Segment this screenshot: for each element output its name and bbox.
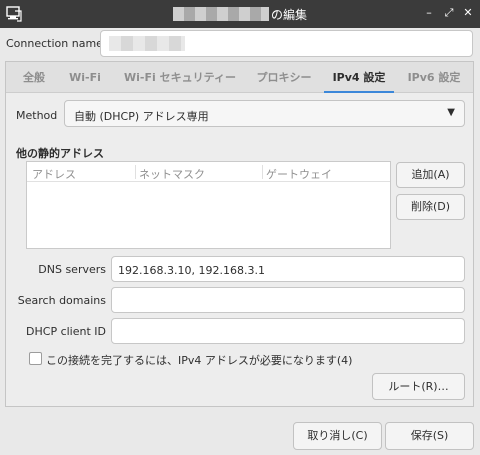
window-title: の編集 — [270, 7, 307, 22]
tab-general[interactable]: 全般 — [14, 62, 54, 93]
dhcp-client-id-label: DHCP client ID — [26, 325, 106, 338]
dns-servers-value: 192.168.3.10, 192.168.3.1 — [118, 264, 265, 277]
address-table-header: アドレス ネットマスク ゲートウェイ — [27, 162, 390, 182]
dropdown-arrow-icon: ▼ — [447, 107, 455, 118]
column-divider — [262, 165, 263, 179]
dns-servers-input[interactable]: 192.168.3.10, 192.168.3.1 — [111, 256, 465, 282]
tab-ipv6[interactable]: IPv6 設定 — [402, 62, 466, 93]
cancel-button[interactable]: 取り消し(C) — [293, 422, 382, 450]
settings-notebook: 全般 Wi-Fi Wi-Fi セキュリティー プロキシー IPv4 設定 IPv… — [5, 61, 474, 407]
search-domains-label: Search domains — [17, 294, 106, 307]
dhcp-client-id-input[interactable] — [111, 318, 465, 344]
tab-proxy[interactable]: プロキシー — [252, 62, 316, 93]
method-select[interactable]: 自動 (DHCP) アドレス専用 ▼ — [64, 100, 465, 127]
close-button[interactable]: ✕ — [460, 5, 476, 21]
redacted-connection-name-value — [109, 36, 185, 51]
delete-address-button[interactable]: 削除(D) — [396, 194, 465, 220]
connection-name-input[interactable] — [100, 30, 473, 57]
column-address[interactable]: アドレス — [32, 166, 76, 182]
method-label: Method — [16, 109, 58, 122]
require-ipv4-checkbox[interactable] — [29, 352, 42, 365]
method-value: 自動 (DHCP) アドレス専用 — [74, 110, 209, 123]
connection-name-label: Connection name — [6, 37, 103, 50]
routes-button[interactable]: ルート(R)… — [372, 373, 465, 400]
minimize-button[interactable]: – — [421, 5, 437, 21]
column-divider — [135, 165, 136, 179]
column-gateway[interactable]: ゲートウェイ — [266, 166, 332, 182]
address-table[interactable]: アドレス ネットマスク ゲートウェイ — [26, 161, 391, 249]
dns-servers-label: DNS servers — [38, 263, 106, 276]
tab-wifi[interactable]: Wi-Fi — [62, 62, 108, 93]
static-addresses-title: 他の静的アドレス — [16, 147, 104, 160]
require-ipv4-label[interactable]: この接続を完了するには、IPv4 アドレスが必要になります(4) — [46, 352, 352, 368]
search-domains-input[interactable] — [111, 287, 465, 313]
tab-bar: 全般 Wi-Fi Wi-Fi セキュリティー プロキシー IPv4 設定 IPv… — [6, 62, 473, 93]
tab-ipv4[interactable]: IPv4 設定 — [324, 62, 394, 93]
column-netmask[interactable]: ネットマスク — [139, 166, 205, 182]
tab-wifi-security[interactable]: Wi-Fi セキュリティー — [116, 62, 244, 93]
title-bar: の編集 – ⤢ ✕ — [0, 0, 480, 28]
save-button[interactable]: 保存(S) — [385, 422, 474, 450]
maximize-button[interactable]: ⤢ — [441, 5, 457, 21]
add-address-button[interactable]: 追加(A) — [396, 162, 465, 188]
redacted-connection-name — [172, 7, 269, 21]
